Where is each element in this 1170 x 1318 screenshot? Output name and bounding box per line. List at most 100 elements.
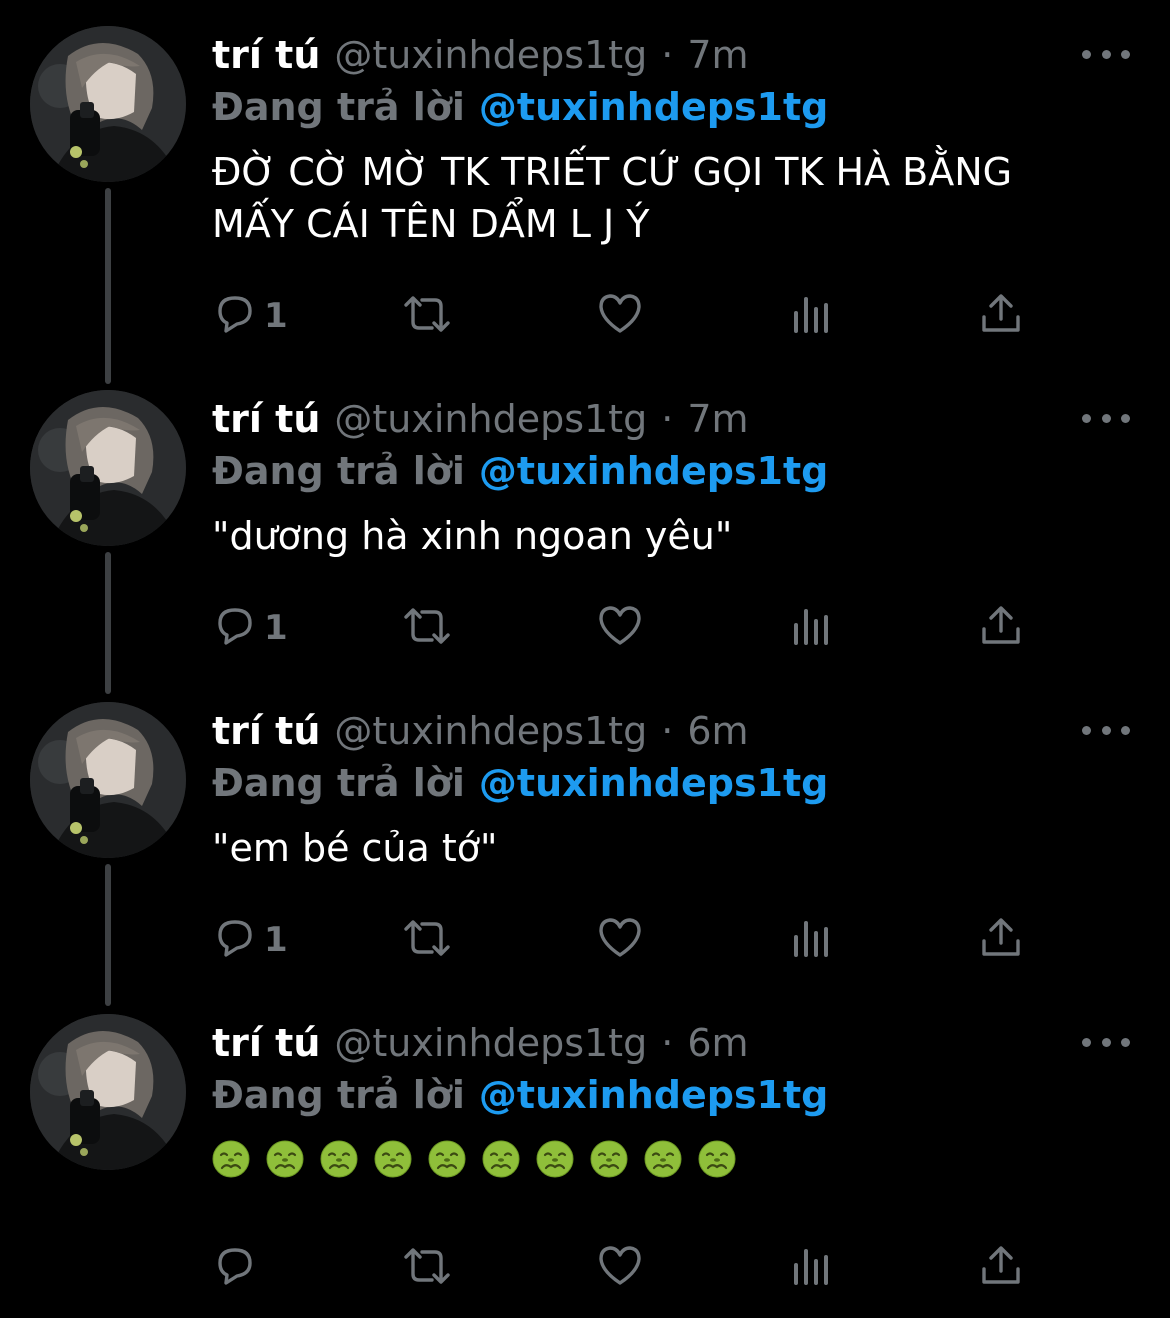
like-button[interactable] xyxy=(596,912,644,968)
nauseated-face-emoji xyxy=(428,1140,466,1182)
more-options-icon[interactable] xyxy=(1082,400,1130,436)
separator-dot: · xyxy=(661,397,674,441)
avatar[interactable] xyxy=(30,26,186,182)
views-button[interactable] xyxy=(790,600,832,656)
nauseated-face-emoji xyxy=(320,1140,358,1182)
emoji-row xyxy=(212,1140,736,1182)
share-button[interactable] xyxy=(978,600,1024,656)
user-handle[interactable]: @tuxinhdeps1tg xyxy=(334,1018,647,1068)
retweet-button[interactable] xyxy=(398,288,456,344)
like-icon xyxy=(596,291,644,341)
timestamp[interactable]: 6m xyxy=(687,1018,748,1068)
share-icon xyxy=(978,291,1024,341)
replying-to: Đang trả lời @tuxinhdeps1tg xyxy=(212,446,828,496)
retweet-icon xyxy=(398,603,456,653)
reply-icon xyxy=(212,603,258,653)
user-handle[interactable]: @tuxinhdeps1tg xyxy=(334,30,647,80)
user-handle[interactable]: @tuxinhdeps1tg xyxy=(334,394,647,444)
reply-button[interactable]: 1 xyxy=(212,600,288,656)
replying-to-handle[interactable]: @tuxinhdeps1tg xyxy=(479,761,828,805)
retweet-icon xyxy=(398,291,456,341)
views-button[interactable] xyxy=(790,1240,832,1296)
reply-button[interactable] xyxy=(212,1240,258,1296)
tweet-actions: 1 xyxy=(212,912,1092,968)
reply-count: 1 xyxy=(264,296,288,336)
retweet-button[interactable] xyxy=(398,1240,456,1296)
tweet-header: trí tú @tuxinhdeps1tg · 6m xyxy=(212,1018,749,1068)
thread-connector xyxy=(105,188,111,384)
tweet-text: "em bé của tớ" xyxy=(212,826,498,870)
like-icon xyxy=(596,1243,644,1293)
tweet-actions xyxy=(212,1240,1092,1296)
replying-to-label: Đang trả lời xyxy=(212,1073,465,1117)
replying-to-label: Đang trả lời xyxy=(212,85,465,129)
separator-dot: · xyxy=(661,33,674,77)
reply-count: 1 xyxy=(264,920,288,960)
reply-icon xyxy=(212,291,258,341)
replying-to-handle[interactable]: @tuxinhdeps1tg xyxy=(479,1073,828,1117)
more-options-icon[interactable] xyxy=(1082,1024,1130,1060)
tweet-actions: 1 xyxy=(212,600,1092,656)
avatar[interactable] xyxy=(30,702,186,858)
like-icon xyxy=(596,915,644,965)
views-icon xyxy=(790,291,832,341)
nauseated-face-emoji xyxy=(698,1140,736,1182)
separator-dot: · xyxy=(661,709,674,753)
nauseated-face-emoji xyxy=(590,1140,628,1182)
like-button[interactable] xyxy=(596,600,644,656)
display-name[interactable]: trí tú xyxy=(212,30,320,80)
nauseated-face-emoji xyxy=(374,1140,412,1182)
tweet-actions: 1 xyxy=(212,288,1092,344)
user-handle[interactable]: @tuxinhdeps1tg xyxy=(334,706,647,756)
display-name[interactable]: trí tú xyxy=(212,394,320,444)
retweet-icon xyxy=(398,915,456,965)
timestamp[interactable]: 6m xyxy=(687,706,748,756)
more-options-icon[interactable] xyxy=(1082,712,1130,748)
like-button[interactable] xyxy=(596,1240,644,1296)
tweet-text: ĐỜ CỜ MỜ TK TRIẾT CỨ GỌI TK HÀ BẰNG MẤY … xyxy=(212,150,1013,246)
like-button[interactable] xyxy=(596,288,644,344)
reply-icon xyxy=(212,1243,258,1293)
retweet-button[interactable] xyxy=(398,912,456,968)
like-icon xyxy=(596,603,644,653)
display-name[interactable]: trí tú xyxy=(212,706,320,756)
nauseated-face-emoji xyxy=(536,1140,574,1182)
avatar[interactable] xyxy=(30,1014,186,1170)
views-icon xyxy=(790,603,832,653)
views-icon xyxy=(790,1243,832,1293)
tweet-header: trí tú @tuxinhdeps1tg · 6m xyxy=(212,706,749,756)
share-button[interactable] xyxy=(978,288,1024,344)
timestamp[interactable]: 7m xyxy=(687,30,748,80)
separator-dot: · xyxy=(661,1021,674,1065)
replying-to-handle[interactable]: @tuxinhdeps1tg xyxy=(479,85,828,129)
more-options-icon[interactable] xyxy=(1082,36,1130,72)
retweet-icon xyxy=(398,1243,456,1293)
reply-button[interactable]: 1 xyxy=(212,912,288,968)
replying-to-handle[interactable]: @tuxinhdeps1tg xyxy=(479,449,828,493)
replying-to-label: Đang trả lời xyxy=(212,449,465,493)
retweet-button[interactable] xyxy=(398,600,456,656)
tweet-header: trí tú @tuxinhdeps1tg · 7m xyxy=(212,394,749,444)
share-button[interactable] xyxy=(978,912,1024,968)
views-button[interactable] xyxy=(790,912,832,968)
share-icon xyxy=(978,1243,1024,1293)
views-button[interactable] xyxy=(790,288,832,344)
share-button[interactable] xyxy=(978,1240,1024,1296)
share-icon xyxy=(978,915,1024,965)
nauseated-face-emoji xyxy=(482,1140,520,1182)
avatar[interactable] xyxy=(30,390,186,546)
replying-to: Đang trả lời @tuxinhdeps1tg xyxy=(212,82,828,132)
reply-icon xyxy=(212,915,258,965)
share-icon xyxy=(978,603,1024,653)
thread-connector xyxy=(105,864,111,1006)
nauseated-face-emoji xyxy=(266,1140,304,1182)
reply-count: 1 xyxy=(264,608,288,648)
nauseated-face-emoji xyxy=(212,1140,250,1182)
thread-connector xyxy=(105,552,111,694)
reply-button[interactable]: 1 xyxy=(212,288,288,344)
timestamp[interactable]: 7m xyxy=(687,394,748,444)
tweet-text: "dương hà xinh ngoan yêu" xyxy=(212,514,733,558)
replying-to: Đang trả lời @tuxinhdeps1tg xyxy=(212,1070,828,1120)
views-icon xyxy=(790,915,832,965)
display-name[interactable]: trí tú xyxy=(212,1018,320,1068)
